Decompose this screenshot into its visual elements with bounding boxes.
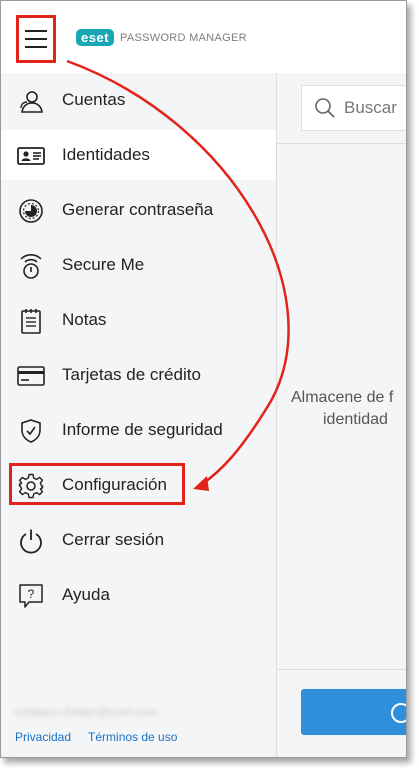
sidebar-item-identidades[interactable]: Identidades <box>1 130 276 180</box>
privacy-link[interactable]: Privacidad <box>15 730 71 744</box>
sidebar-item-secure-me[interactable]: Secure Me <box>1 240 276 290</box>
power-icon <box>17 527 45 555</box>
sidebar-item-label: Cuentas <box>62 90 126 109</box>
terms-link[interactable]: Términos de uso <box>88 730 177 744</box>
hamburger-line <box>25 46 47 48</box>
sidebar-item-tarjetas-de-credito[interactable]: Tarjetas de crédito <box>1 350 276 400</box>
search-icon <box>314 97 336 119</box>
sidebar-item-label: Tarjetas de crédito <box>62 365 201 384</box>
sidebar-item-label: Identidades <box>62 145 150 164</box>
sidebar-item-informe-de-seguridad[interactable]: Informe de seguridad <box>1 405 276 455</box>
top-bar: eset PASSWORD MANAGER <box>1 1 406 74</box>
search-placeholder: Buscar <box>344 98 397 117</box>
empty-state-line: identidad <box>323 411 388 428</box>
secure-me-icon <box>17 252 45 280</box>
sidebar-item-cerrar-sesion[interactable]: Cerrar sesión <box>1 515 276 565</box>
logo-text: PASSWORD MANAGER <box>120 31 247 44</box>
sidebar-item-label: Notas <box>62 310 107 329</box>
sidebar-item-notas[interactable]: Notas <box>1 295 276 345</box>
logo-badge: eset <box>76 29 115 46</box>
svg-text:?: ? <box>28 587 35 601</box>
hamburger-line <box>25 30 47 32</box>
empty-state-text: Almacene de f identidad <box>291 387 406 431</box>
sidebar-item-label: Informe de seguridad <box>62 420 223 439</box>
sidebar-item-label: Secure Me <box>62 255 145 274</box>
id-card-icon <box>17 142 45 170</box>
hamburger-menu-icon[interactable] <box>16 15 56 63</box>
credit-card-icon <box>17 362 45 390</box>
search-input[interactable]: Buscar <box>301 85 406 131</box>
app-window: eset PASSWORD MANAGER Cuentas Identidade… <box>0 0 407 758</box>
notes-icon <box>17 307 45 335</box>
empty-state-line: Almacene de f <box>291 389 394 406</box>
eset-logo: eset PASSWORD MANAGER <box>76 29 247 46</box>
hamburger-line <box>25 38 47 40</box>
search-divider <box>277 143 406 144</box>
bottom-divider <box>277 669 406 670</box>
password-generator-icon <box>17 197 45 225</box>
add-identity-button[interactable] <box>301 689 406 735</box>
configuracion-highlight-box <box>9 463 185 505</box>
accounts-icon <box>17 87 45 115</box>
sidebar-item-label: Ayuda <box>62 585 110 604</box>
sidebar-item-label: Generar contraseña <box>62 200 214 219</box>
shield-check-icon <box>17 417 45 445</box>
sidebar-item-label: Cerrar sesión <box>62 530 165 549</box>
footer-links: Privacidad Términos de uso <box>15 730 177 744</box>
help-icon: ? <box>17 582 45 610</box>
user-email: emiliano.dolder@eset.com <box>15 705 158 719</box>
sidebar-item-generar-contrasena[interactable]: Generar contraseña <box>1 185 276 235</box>
add-icon <box>391 703 406 723</box>
sidebar-item-ayuda[interactable]: ? Ayuda <box>1 570 276 620</box>
sidebar-item-cuentas[interactable]: Cuentas <box>1 75 276 125</box>
